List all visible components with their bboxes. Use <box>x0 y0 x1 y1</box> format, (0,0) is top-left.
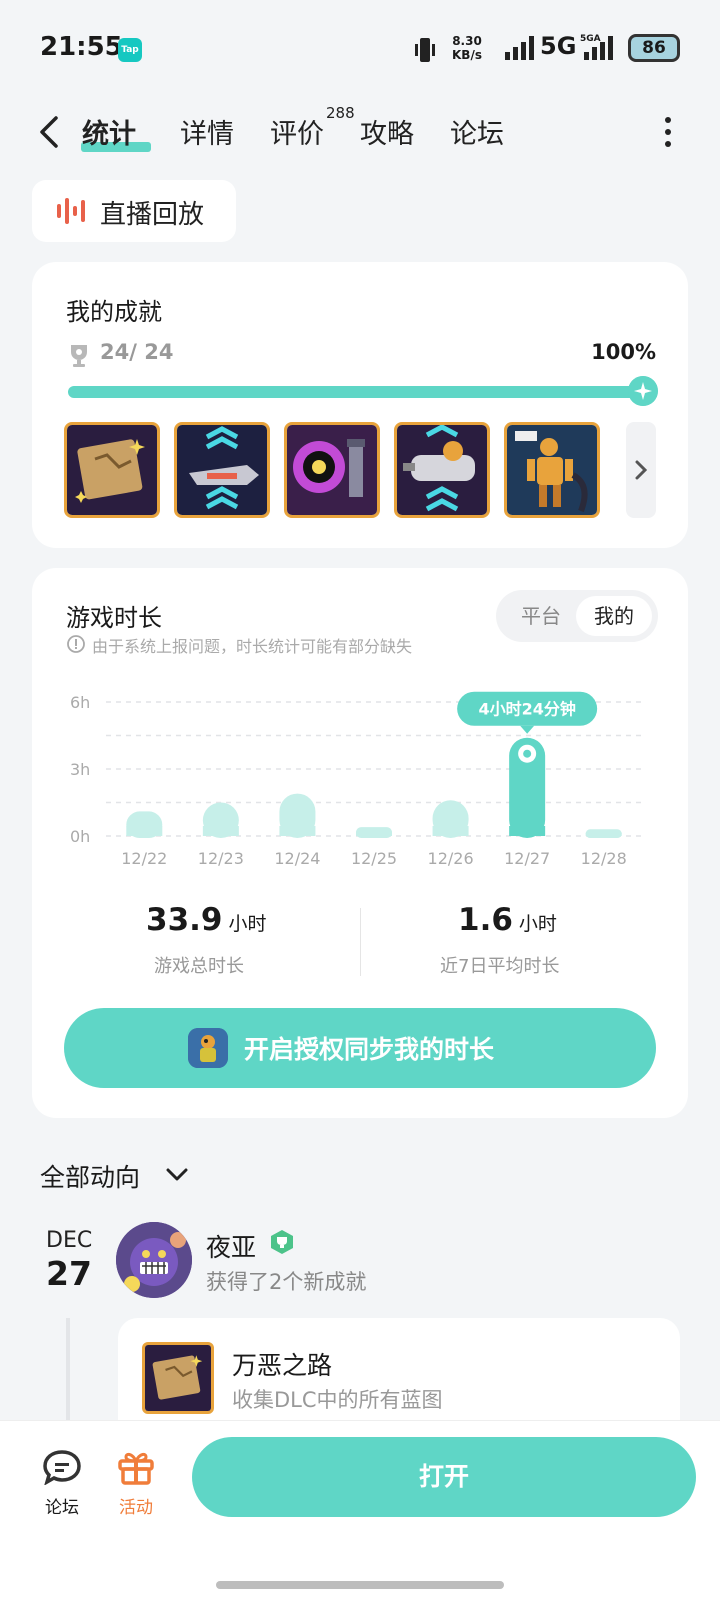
gift-icon <box>118 1452 154 1485</box>
feed-filter[interactable]: 全部动向 <box>40 1158 140 1194</box>
chart-bar-base <box>356 831 392 836</box>
y-tick-label: 6h <box>70 693 90 712</box>
chart-bar-base <box>509 826 546 836</box>
signal-icon <box>505 36 534 60</box>
avatar[interactable] <box>116 1222 192 1298</box>
info-icon <box>67 635 85 653</box>
status-time: 21:55 <box>40 32 123 62</box>
x-tick-label: 12/23 <box>198 849 244 868</box>
highlight-dot-inner <box>523 749 532 758</box>
back-icon[interactable] <box>34 114 66 150</box>
x-tick-label: 12/24 <box>274 849 320 868</box>
chart-bar-base <box>432 826 469 836</box>
replay-label: 直播回放 <box>100 200 205 230</box>
achievements-title: 我的成就 <box>66 298 162 326</box>
home-indicator[interactable] <box>216 1581 504 1589</box>
playtime-title: 游戏时长 <box>66 604 162 632</box>
x-tick-label: 12/25 <box>351 849 397 868</box>
chevron-down-icon[interactable] <box>166 1168 188 1182</box>
toggle-platform[interactable]: 平台 <box>502 596 580 636</box>
achievement-name: 万恶之路 <box>232 1351 333 1380</box>
tab-stats[interactable]: 统计 <box>82 112 136 151</box>
achievement-progress-bar <box>68 386 646 398</box>
achievement-percent: 100% <box>591 340 656 364</box>
achievement-thumb-portal[interactable] <box>284 422 380 518</box>
achievement-thumb-map[interactable] <box>64 422 160 518</box>
tap-app-icon: Tap <box>118 38 142 62</box>
sync-playtime-button[interactable]: 开启授权同步我的时长 <box>64 1008 656 1088</box>
x-tick-label: 12/22 <box>121 849 167 868</box>
tab-forum[interactable]: 论坛 <box>450 112 504 151</box>
feed-day: 27 <box>46 1254 92 1293</box>
bottom-forum-label: 论坛 <box>45 1498 79 1518</box>
playtime-chart: 6h 3h 0h 12/22 12/23 12/24 12/25 12/26 12/27 4小时2… <box>70 691 642 868</box>
total-playtime: 33.9 小时 <box>146 902 267 938</box>
bottom-bar: 论坛 活动 打开 <box>0 1420 720 1600</box>
sync-label: 开启授权同步我的时长 <box>244 1035 495 1064</box>
achievement-thumb-robot[interactable] <box>504 422 600 518</box>
bottom-activity-button[interactable]: 活动 <box>106 1449 166 1518</box>
sparkle-icon <box>628 376 658 406</box>
stats-divider <box>360 908 361 976</box>
trophy-badge-icon <box>271 1230 293 1254</box>
vibrate-icon <box>415 38 435 62</box>
sound-wave-icon <box>57 198 85 224</box>
tab-details[interactable]: 详情 <box>180 112 234 151</box>
chart-bar-base <box>126 826 163 836</box>
chart-bar-base <box>585 832 622 836</box>
achievement-thumb-map-small <box>142 1342 214 1414</box>
review-count-badge: 288 <box>326 104 355 122</box>
game-icon <box>188 1028 228 1068</box>
total-playtime-label: 游戏总时长 <box>154 956 244 977</box>
live-replay-button[interactable]: 直播回放 <box>32 180 236 242</box>
y-tick-label: 0h <box>70 827 90 846</box>
bottom-activity-label: 活动 <box>119 1498 153 1518</box>
network-type: 5G <box>540 32 577 60</box>
playtime-card: 游戏时长 平台 我的 由于系统上报问题，时长统计可能有部分缺失 6h 3h 0h 12… <box>32 568 688 1118</box>
trophy-icon <box>71 345 87 367</box>
achievement-thumb-ship[interactable] <box>174 422 270 518</box>
net-speed: 8.30 KB/s <box>452 34 482 62</box>
avg-playtime-label: 近7日平均时长 <box>440 956 560 977</box>
chart-bar-base <box>279 826 316 836</box>
feed-month: DEC <box>46 1228 93 1253</box>
x-tick-label: 12/26 <box>428 849 474 868</box>
user-action: 获得了2个新成就 <box>206 1270 367 1294</box>
chevron-right-icon <box>635 460 648 480</box>
platform-mine-toggle[interactable]: 平台 我的 <box>496 590 658 642</box>
more-options-icon[interactable] <box>664 116 672 148</box>
x-tick-label: 12/27 <box>504 849 550 868</box>
signal-icon-2 <box>584 36 613 60</box>
bottom-forum-button[interactable]: 论坛 <box>32 1449 92 1518</box>
avg-playtime: 1.6 小时 <box>458 902 557 938</box>
achievements-card: 我的成就 24/ 24 100% <box>32 262 688 548</box>
achievements-more-button[interactable] <box>626 422 656 518</box>
achievement-count: 24/ 24 <box>100 340 174 364</box>
open-game-button[interactable]: 打开 <box>192 1437 696 1517</box>
toggle-mine[interactable]: 我的 <box>576 596 652 636</box>
playtime-notice: 由于系统上报问题，时长统计可能有部分缺失 <box>92 637 413 656</box>
achievement-thumb-submarine[interactable] <box>394 422 490 518</box>
tab-guides[interactable]: 攻略 <box>360 112 414 151</box>
tooltip-label: 4小时24分钟 <box>478 700 575 719</box>
user-name[interactable]: 夜亚 <box>206 1228 256 1264</box>
x-tick-label: 12/28 <box>581 849 627 868</box>
chat-icon <box>43 1450 81 1486</box>
timeline-line <box>66 1318 70 1422</box>
achievement-desc: 收集DLC中的所有蓝图 <box>232 1388 443 1412</box>
tab-reviews[interactable]: 评价 <box>270 112 324 151</box>
tooltip-arrow <box>520 725 535 734</box>
status-bar: 21:55 Tap 8.30 KB/s 5G 5GA 86 <box>0 0 720 96</box>
chart-bar-base <box>202 826 239 836</box>
y-tick-label: 3h <box>70 760 90 779</box>
top-nav: 统计 详情 评价 288 攻略 论坛 <box>0 100 720 166</box>
battery-icon: 86 <box>628 34 680 62</box>
